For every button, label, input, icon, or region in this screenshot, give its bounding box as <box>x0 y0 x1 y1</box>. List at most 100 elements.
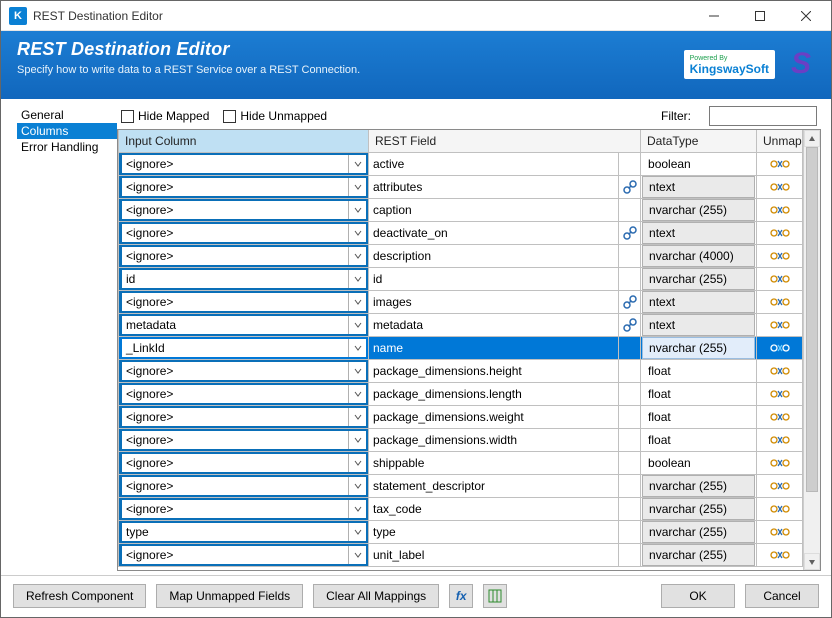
unmap-button[interactable] <box>757 544 802 566</box>
table-row[interactable]: <ignore>shippableboolean <box>119 451 803 474</box>
input-column-dropdown[interactable]: <ignore> <box>119 406 368 428</box>
link-icon <box>619 199 640 221</box>
unmap-button[interactable] <box>757 268 802 290</box>
table-row[interactable]: <ignore>description nvarchar (4000) <box>119 244 803 267</box>
input-column-dropdown[interactable]: <ignore> <box>119 199 368 221</box>
datatype-cell[interactable]: ntext <box>642 176 755 198</box>
link-icon <box>619 475 640 497</box>
datatype-cell[interactable]: nvarchar (255) <box>642 199 755 221</box>
minimize-button[interactable] <box>691 1 737 31</box>
link-icon[interactable] <box>619 176 640 198</box>
table-row[interactable]: <ignore>captionnvarchar (255) <box>119 198 803 221</box>
input-column-dropdown[interactable]: <ignore> <box>119 153 368 175</box>
table-row[interactable]: <ignore>statement_descriptornvarchar (25… <box>119 474 803 497</box>
filter-input[interactable] <box>709 106 817 126</box>
input-column-dropdown[interactable]: metadata <box>119 314 368 336</box>
refresh-component-button[interactable]: Refresh Component <box>13 584 146 608</box>
table-row[interactable]: <ignore>attributesntext <box>119 175 803 198</box>
input-column-dropdown[interactable]: id <box>119 268 368 290</box>
unmap-button[interactable] <box>757 245 802 267</box>
header-datatype[interactable]: DataType <box>641 130 757 152</box>
sidebar-item-general[interactable]: General <box>17 107 117 123</box>
input-column-dropdown[interactable]: <ignore> <box>119 452 368 474</box>
input-column-dropdown[interactable]: <ignore> <box>119 245 368 267</box>
table-row[interactable]: <ignore>deactivate_onntext <box>119 221 803 244</box>
unmap-button[interactable] <box>757 176 802 198</box>
input-column-dropdown[interactable]: <ignore> <box>119 429 368 451</box>
ok-button[interactable]: OK <box>661 584 735 608</box>
rest-field-cell: unit_label <box>369 544 618 566</box>
input-column-dropdown[interactable]: <ignore> <box>119 383 368 405</box>
maximize-button[interactable] <box>737 1 783 31</box>
header-unmap[interactable]: Unmap <box>757 130 803 152</box>
link-icon[interactable] <box>619 291 640 313</box>
columns-layout-button[interactable] <box>483 584 507 608</box>
table-row[interactable]: typetypenvarchar (255) <box>119 520 803 543</box>
table-row[interactable]: _LinkIdnamenvarchar (255) <box>119 336 803 359</box>
datatype-cell[interactable]: nvarchar (255) <box>642 544 755 566</box>
map-unmapped-fields-button[interactable]: Map Unmapped Fields <box>156 584 303 608</box>
unmap-button[interactable] <box>757 452 802 474</box>
unmap-button[interactable] <box>757 429 802 451</box>
table-row[interactable]: <ignore>package_dimensions.widthfloat <box>119 428 803 451</box>
table-row[interactable]: <ignore>unit_label nvarchar (255) <box>119 543 803 566</box>
input-column-dropdown[interactable]: <ignore> <box>119 176 368 198</box>
input-column-dropdown[interactable]: _LinkId <box>119 337 368 359</box>
unmap-button[interactable] <box>757 337 802 359</box>
unmap-button[interactable] <box>757 475 802 497</box>
table-row[interactable]: <ignore>imagesntext <box>119 290 803 313</box>
sidebar-item-columns[interactable]: Columns <box>17 123 117 139</box>
datatype-cell[interactable]: nvarchar (255) <box>642 521 755 543</box>
hide-unmapped-checkbox[interactable]: Hide Unmapped <box>223 109 327 123</box>
unmap-icon <box>770 341 790 355</box>
input-column-dropdown[interactable]: <ignore> <box>119 222 368 244</box>
input-column-dropdown[interactable]: <ignore> <box>119 498 368 520</box>
table-row[interactable]: metadatametadatantext <box>119 313 803 336</box>
input-column-dropdown[interactable]: <ignore> <box>119 544 368 566</box>
input-column-dropdown[interactable]: <ignore> <box>119 360 368 382</box>
input-column-dropdown[interactable]: <ignore> <box>119 475 368 497</box>
input-column-dropdown[interactable]: <ignore> <box>119 291 368 313</box>
unmap-button[interactable] <box>757 383 802 405</box>
unmap-button[interactable] <box>757 153 802 175</box>
header-input-column[interactable]: Input Column <box>119 130 369 152</box>
unmap-button[interactable] <box>757 521 802 543</box>
close-button[interactable] <box>783 1 829 31</box>
unmap-button[interactable] <box>757 291 802 313</box>
table-row[interactable]: <ignore>package_dimensions.heightfloat <box>119 359 803 382</box>
link-icon[interactable] <box>619 222 640 244</box>
datatype-cell[interactable]: ntext <box>642 314 755 336</box>
datatype-cell[interactable]: nvarchar (255) <box>642 475 755 497</box>
datatype-cell[interactable]: nvarchar (4000) <box>642 245 755 267</box>
table-row[interactable]: <ignore>activeboolean <box>119 152 803 175</box>
header-rest-field[interactable]: REST Field <box>369 130 641 152</box>
link-icon <box>619 245 640 267</box>
unmap-button[interactable] <box>757 498 802 520</box>
unmap-button[interactable] <box>757 314 802 336</box>
unmap-button[interactable] <box>757 199 802 221</box>
table-row[interactable]: <ignore>package_dimensions.lengthfloat <box>119 382 803 405</box>
vertical-scrollbar[interactable] <box>803 130 820 570</box>
scroll-down-icon[interactable] <box>804 553 820 570</box>
datatype-cell[interactable]: nvarchar (255) <box>642 268 755 290</box>
unmap-button[interactable] <box>757 222 802 244</box>
unmap-button[interactable] <box>757 406 802 428</box>
table-row[interactable]: <ignore>package_dimensions.weightfloat <box>119 405 803 428</box>
scroll-up-icon[interactable] <box>804 130 820 147</box>
table-row[interactable]: <ignore>tax_codenvarchar (255) <box>119 497 803 520</box>
expression-button[interactable]: fx <box>449 584 473 608</box>
scrollbar-thumb[interactable] <box>806 147 818 492</box>
link-icon[interactable] <box>619 314 640 336</box>
datatype-cell[interactable]: nvarchar (255) <box>642 498 755 520</box>
cancel-button[interactable]: Cancel <box>745 584 819 608</box>
table-row[interactable]: ididnvarchar (255) <box>119 267 803 290</box>
unmap-button[interactable] <box>757 360 802 382</box>
clear-all-mappings-button[interactable]: Clear All Mappings <box>313 584 439 608</box>
sidebar-item-error-handling[interactable]: Error Handling <box>17 139 117 155</box>
hide-mapped-checkbox[interactable]: Hide Mapped <box>121 109 209 123</box>
datatype-cell[interactable]: nvarchar (255) <box>642 337 755 359</box>
input-column-dropdown[interactable]: type <box>119 521 368 543</box>
datatype-cell[interactable]: ntext <box>642 291 755 313</box>
datatype-cell[interactable]: ntext <box>642 222 755 244</box>
rest-field-cell: description <box>369 245 618 267</box>
